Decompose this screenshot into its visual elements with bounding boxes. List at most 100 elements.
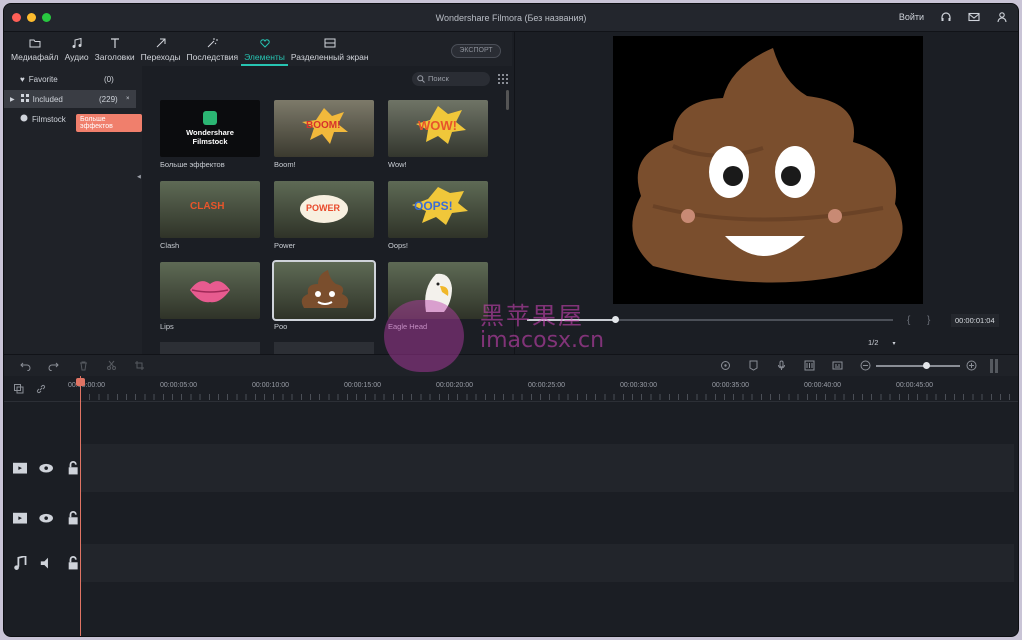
track-header-audio-1 <box>4 544 80 582</box>
video-track-icon <box>13 512 28 524</box>
window-title: Wondershare Filmora (Без названия) <box>435 13 587 23</box>
timeline-ruler[interactable]: 00:00:00:00 00:00:05:00 00:00:10:00 00:0… <box>4 376 1018 402</box>
mark-out-icon[interactable]: } <box>927 315 930 326</box>
element-thumbnail-partial[interactable] <box>160 342 260 354</box>
elements-icon <box>259 39 270 48</box>
redo-icon[interactable] <box>48 360 59 371</box>
watermark-apple-logo <box>384 300 464 372</box>
element-oops[interactable]: OOPS! Oops! <box>388 181 488 250</box>
delete-icon[interactable] <box>78 360 89 371</box>
element-thumbnail-partial[interactable] <box>274 342 374 354</box>
track-header-video-2 <box>4 444 80 492</box>
mark-in-icon[interactable]: { <box>907 315 910 326</box>
element-label: Clash <box>160 241 180 250</box>
tab-media[interactable]: Медиафайл <box>8 37 62 66</box>
sidebar-item-label: Included <box>32 94 63 104</box>
audio-track-1[interactable] <box>80 544 1014 582</box>
transition-icon <box>156 38 166 48</box>
library-scrollbar[interactable] <box>506 90 509 110</box>
empty-track-area[interactable] <box>80 582 1014 636</box>
element-label: Lips <box>160 322 174 331</box>
zoom-out-icon[interactable] <box>860 360 871 371</box>
search-input[interactable]: Поиск <box>412 72 490 86</box>
element-wow[interactable]: WOW! Wow! <box>388 100 488 169</box>
eye-icon[interactable] <box>39 511 54 525</box>
filmstock-logo <box>203 111 217 125</box>
poo-icon <box>301 270 349 308</box>
tab-split-screen[interactable]: Разделенный экран <box>288 37 372 66</box>
folder-icon <box>29 39 41 48</box>
cut-icon[interactable] <box>106 360 117 371</box>
watermark-text: 黑苹果屋 <box>480 302 584 330</box>
grid-view-icon[interactable] <box>498 74 508 84</box>
tab-effects[interactable]: Последствия <box>184 37 242 66</box>
music-note-icon <box>72 37 82 48</box>
preview-timecode: 00:00:01:04 <box>951 314 999 327</box>
element-clash[interactable]: CLASH Clash <box>160 181 260 250</box>
voiceover-icon[interactable] <box>776 360 787 371</box>
tab-label: Медиафайл <box>11 52 59 62</box>
element-thumbnail: POWER <box>274 181 374 238</box>
element-label: Больше эффектов <box>160 160 225 169</box>
marker-icon[interactable] <box>748 360 759 371</box>
mail-icon[interactable] <box>968 11 980 23</box>
link-icon[interactable] <box>36 384 46 394</box>
element-thumbnail: BOOM! <box>274 100 374 157</box>
sidebar-item-included[interactable]: ▶ Included (229) × <box>4 90 136 108</box>
headset-icon[interactable] <box>940 11 952 23</box>
video-track-1[interactable] <box>80 494 1014 542</box>
element-thumbnail: Wondershare Filmstock <box>160 100 260 157</box>
undo-icon[interactable] <box>20 360 31 371</box>
tab-audio[interactable]: Аудио <box>62 37 92 66</box>
speaker-icon[interactable] <box>39 556 53 570</box>
edit-toolbar <box>4 354 1018 376</box>
preview-quality-select[interactable]: 1/2 ▾ <box>868 338 896 347</box>
playhead-handle[interactable] <box>76 378 85 386</box>
element-label: Wow! <box>388 160 407 169</box>
tab-label: Аудио <box>64 52 89 62</box>
ruler-label: 00:00:10:00 <box>252 382 289 389</box>
lock-icon[interactable] <box>66 510 80 525</box>
eye-icon[interactable] <box>39 461 54 475</box>
pause-render-icon[interactable] <box>990 359 998 373</box>
tab-label: Заголовки <box>94 52 135 62</box>
zoom-in-icon[interactable] <box>966 360 977 371</box>
split-screen-icon <box>324 38 336 48</box>
crop-icon[interactable] <box>134 360 145 371</box>
element-power[interactable]: POWER Power <box>274 181 374 250</box>
element-thumbnail: CLASH <box>160 181 260 238</box>
element-lips[interactable]: Lips <box>160 262 260 331</box>
track-header-video-1 <box>4 494 80 542</box>
user-icon[interactable] <box>996 11 1008 23</box>
video-track-2[interactable] <box>80 444 1014 492</box>
close-small-icon[interactable]: × <box>126 96 130 102</box>
lock-icon[interactable] <box>66 460 80 475</box>
poo-emoji-preview <box>632 48 903 283</box>
lock-icon[interactable] <box>66 555 80 570</box>
export-button[interactable]: ЭКСПОРТ <box>451 44 501 58</box>
tab-titles[interactable]: Заголовки <box>92 37 138 66</box>
subtitle-icon[interactable] <box>832 360 843 371</box>
boom-caption: BOOM! <box>306 120 341 131</box>
ruler-label: 00:00:30:00 <box>620 382 657 389</box>
element-poo[interactable]: Poo <box>272 260 376 331</box>
clash-caption: CLASH <box>190 201 225 212</box>
tab-elements[interactable]: Элементы <box>241 37 288 66</box>
zoom-knob[interactable] <box>923 362 931 369</box>
element-thumbnail: OOPS! <box>388 181 488 238</box>
add-track-icon[interactable] <box>14 384 24 394</box>
collapse-arrow-icon[interactable]: ◀ <box>137 174 141 180</box>
timeline-zoom-slider[interactable] <box>876 362 960 369</box>
sidebar-item-favorite[interactable]: ♥ Favorite (0) <box>4 70 136 88</box>
element-boom[interactable]: BOOM! Boom! <box>274 100 374 169</box>
render-icon[interactable] <box>720 360 731 371</box>
tab-transitions[interactable]: Переходы <box>138 37 184 66</box>
filmstock-icon <box>20 114 28 124</box>
element-more-effects[interactable]: Wondershare Filmstock Больше эффектов <box>160 100 260 169</box>
sidebar-item-count: (229) <box>99 94 118 104</box>
text-title-icon <box>110 38 119 48</box>
audio-mixer-icon[interactable] <box>804 360 815 371</box>
login-button[interactable]: Войти <box>899 12 924 22</box>
empty-track-area[interactable] <box>80 402 1014 442</box>
progress-knob[interactable] <box>611 316 619 323</box>
